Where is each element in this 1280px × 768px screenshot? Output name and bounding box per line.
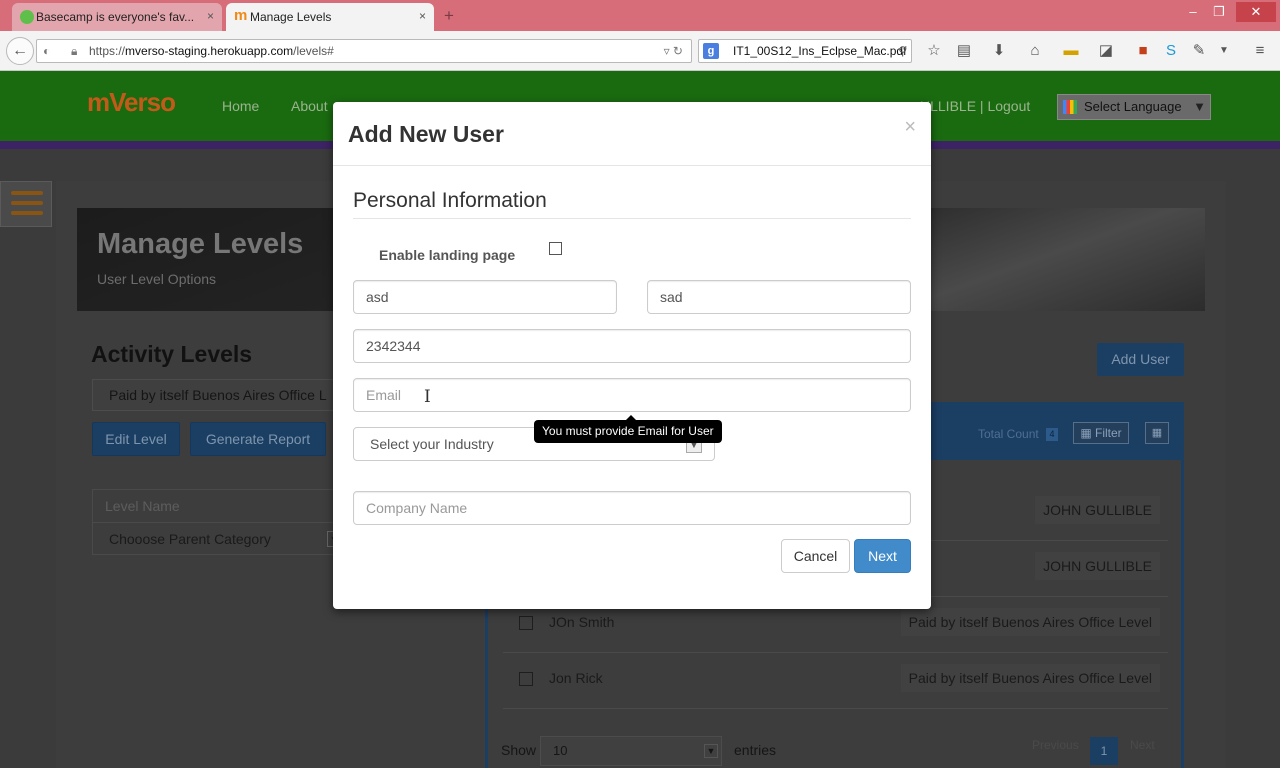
menu-icon[interactable]: ≡ [1250, 41, 1270, 61]
total-count-label: Total Count [978, 427, 1039, 441]
chevron-down-icon[interactable]: ▼ [1214, 41, 1234, 61]
page-subtitle: User Level Options [97, 271, 217, 287]
google-translate-icon [1063, 100, 1077, 114]
page-title: Manage Levels [97, 228, 304, 260]
level-form: Level Name Chooose Parent Category ▼ [92, 489, 342, 555]
level-select[interactable]: Paid by itself Buenos Aires Office L [92, 379, 352, 411]
pagination-next[interactable]: Next [1130, 738, 1155, 752]
back-arrow-icon: ← [12, 42, 28, 59]
pagination-current[interactable]: 1 [1090, 737, 1118, 765]
filter-button[interactable]: ▦ Filter [1073, 422, 1129, 444]
email-input[interactable] [353, 378, 911, 412]
extension-icon[interactable]: ■ [1133, 41, 1153, 61]
tab-title: Basecamp is everyone's fav... [36, 10, 195, 24]
skype-icon[interactable]: S [1161, 41, 1181, 61]
basecamp-favicon-icon [20, 10, 34, 24]
last-name-input[interactable] [647, 280, 911, 314]
back-button[interactable]: ← [6, 37, 34, 65]
row-level: JOHN GULLIBLE [1035, 496, 1160, 524]
page-size-select[interactable]: 10 ▼ [540, 736, 722, 766]
mverso-logo[interactable]: mVerso [87, 87, 176, 117]
search-bar[interactable]: g IT1_00S12_Ins_Eclpse_Mac.pdf ⚲ [698, 39, 912, 63]
columns-icon[interactable]: ▦ [1145, 422, 1169, 444]
email-validation-tooltip: You must provide Email for User [534, 415, 722, 443]
row-checkbox[interactable] [519, 672, 533, 686]
row-level: JOHN GULLIBLE [1035, 552, 1160, 580]
url-prefix: https:// [89, 44, 126, 58]
nav-about-link[interactable]: About [291, 98, 328, 114]
close-icon[interactable]: × [904, 116, 916, 139]
window-close-button[interactable]: ✕ [1236, 2, 1276, 22]
modal-header: Add New User × [333, 102, 931, 166]
browser-nav-bar: ← ◐ 🔒︎ https://mverso-staging.herokuapp.… [0, 31, 1280, 71]
landing-page-label: Enable landing page [379, 247, 516, 263]
tab-close-icon[interactable]: × [419, 9, 426, 23]
download-icon[interactable]: ⬇ [989, 41, 1009, 61]
address-bar[interactable]: ◐ 🔒︎ https://mverso-staging.herokuapp.co… [36, 39, 692, 63]
total-count-badge: 4 [1046, 428, 1058, 441]
edit-level-button[interactable]: Edit Level [92, 422, 180, 456]
hamburger-menu-icon[interactable] [0, 181, 52, 227]
browser-tab-basecamp[interactable]: Basecamp is everyone's fav... × [12, 3, 222, 31]
row-checkbox[interactable] [519, 616, 533, 630]
browser-tab-manage-levels[interactable]: m Manage Levels × [226, 3, 434, 31]
company-name-input[interactable] [353, 491, 911, 525]
cancel-button[interactable]: Cancel [781, 539, 850, 573]
star-icon[interactable]: ☆ [924, 41, 944, 61]
tab-close-icon[interactable]: × [207, 9, 214, 23]
google-icon[interactable]: g [703, 43, 719, 59]
search-text: IT1_00S12_Ins_Eclpse_Mac.pdf [733, 44, 907, 58]
chevron-down-icon: ▼ [704, 744, 718, 758]
url-host: mverso-staging.herokuapp.com [125, 44, 294, 58]
add-user-button[interactable]: Add User [1097, 343, 1184, 376]
tab-title: Manage Levels [250, 10, 332, 24]
reload-icon[interactable]: ▿ ↻ [664, 40, 683, 62]
landing-page-checkbox[interactable] [549, 242, 562, 255]
row-name: JOn Smith [549, 614, 615, 630]
modal-title: Add New User [348, 121, 504, 147]
section-title: Personal Information [353, 189, 911, 219]
nav-home-link[interactable]: Home [222, 98, 259, 114]
extension-icon[interactable]: ◪ [1096, 41, 1116, 61]
table-row[interactable]: Jon Rick Paid by itself Buenos Aires Off… [503, 653, 1168, 709]
lock-icon: 🔒︎ [71, 44, 78, 58]
generate-report-button[interactable]: Generate Report [190, 422, 326, 456]
url-path: /levels# [293, 44, 334, 58]
chevron-down-icon: ▼ [1193, 99, 1206, 114]
first-name-input[interactable] [353, 280, 617, 314]
next-button[interactable]: Next [854, 539, 911, 573]
activity-levels-title: Activity Levels [91, 341, 253, 367]
pagination-previous[interactable]: Previous [1032, 738, 1079, 752]
add-user-modal: Add New User × Personal Information Enab… [333, 102, 931, 609]
entries-label: entries [734, 742, 777, 758]
row-name: Jon Rick [549, 670, 603, 686]
new-tab-button[interactable]: + [444, 6, 454, 26]
browser-tab-bar: Basecamp is everyone's fav... × m Manage… [0, 0, 1280, 31]
user-logout-link[interactable]: ULLIBLE | Logout [920, 98, 1030, 114]
home-icon[interactable]: ⌂ [1025, 41, 1045, 61]
level-name-label[interactable]: Level Name [105, 498, 180, 514]
shield-icon: ◐ [43, 44, 51, 58]
phone-input[interactable] [353, 329, 911, 363]
minimize-button[interactable]: – [1179, 2, 1207, 22]
bookmarks-icon[interactable]: ▤ [954, 41, 974, 61]
language-select[interactable]: Select Language ▼ [1057, 94, 1211, 120]
extension-icon[interactable]: ▬ [1061, 41, 1081, 61]
filter-icon: ▦ [1080, 426, 1095, 440]
search-icon[interactable]: ⚲ [898, 40, 907, 62]
mverso-favicon-icon: m [234, 7, 248, 24]
row-level: Paid by itself Buenos Aires Office Level [900, 664, 1160, 692]
parent-category-select[interactable]: Chooose Parent Category ▼ [93, 522, 341, 555]
row-level: Paid by itself Buenos Aires Office Level [900, 608, 1160, 636]
show-label: Show [501, 742, 537, 758]
extension-icon[interactable]: ✎ [1189, 41, 1209, 61]
text-cursor-icon: I [424, 387, 431, 407]
restore-button[interactable]: ❐ [1205, 2, 1233, 22]
